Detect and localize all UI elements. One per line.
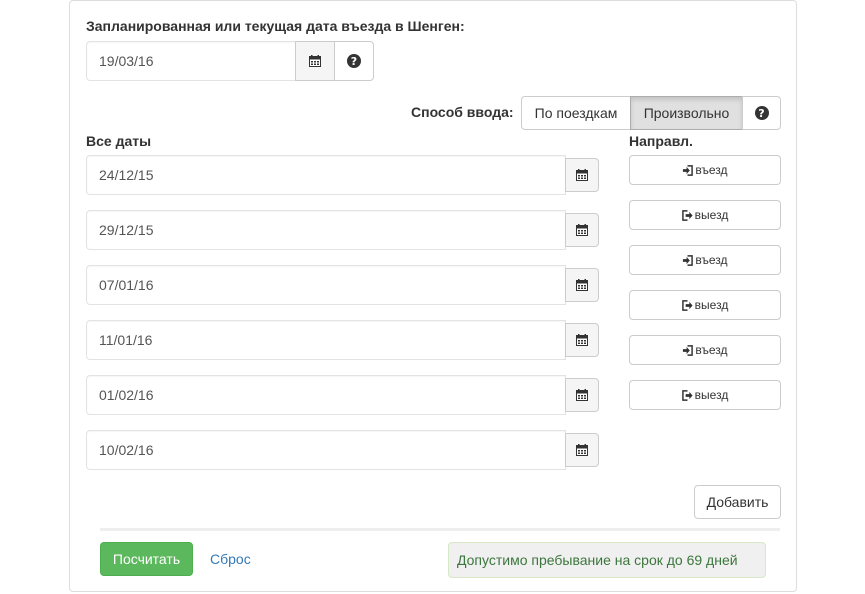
sign-out-icon	[681, 209, 693, 221]
divider	[100, 528, 780, 531]
direction-label: выезд	[694, 208, 729, 222]
calendar-icon	[576, 279, 588, 291]
input-method-by-trips[interactable]: По поездкам	[521, 96, 631, 130]
sign-in-icon	[682, 164, 694, 176]
date-calendar-button[interactable]	[565, 378, 599, 412]
direction-button-entry[interactable]: въезд	[629, 335, 781, 365]
calendar-icon	[576, 169, 588, 181]
calculate-button[interactable]: Посчитать	[100, 542, 193, 576]
date-calendar-button[interactable]	[565, 158, 599, 192]
date-input[interactable]: 10/02/16	[86, 430, 566, 470]
direction-button-exit[interactable]: выезд	[629, 290, 781, 320]
sign-out-icon	[681, 389, 693, 401]
direction-label: выезд	[694, 298, 729, 312]
date-input[interactable]: 29/12/15	[86, 210, 566, 250]
date-calendar-button[interactable]	[565, 323, 599, 357]
dates-header: Все даты	[86, 133, 152, 149]
input-method-help-button[interactable]: ?	[742, 96, 781, 130]
direction-header: Направл.	[629, 133, 693, 149]
sign-in-icon	[682, 254, 694, 266]
date-calendar-button[interactable]	[565, 433, 599, 467]
question-circle-icon: ?	[754, 106, 769, 120]
sign-out-icon	[681, 299, 693, 311]
calendar-icon	[576, 224, 588, 236]
reset-link[interactable]: Сброс	[210, 551, 251, 567]
sign-in-icon	[682, 344, 694, 356]
entry-date-calendar-button[interactable]	[295, 41, 335, 81]
direction-button-exit[interactable]: выезд	[629, 380, 781, 410]
entry-date-input[interactable]: 19/03/16	[86, 41, 296, 81]
input-method-label: Способ ввода:	[411, 104, 514, 120]
calendar-icon	[576, 334, 588, 346]
direction-label: выезд	[694, 388, 729, 402]
entry-date-help-button[interactable]: ?	[334, 41, 374, 81]
date-calendar-button[interactable]	[565, 268, 599, 302]
direction-label: въезд	[695, 253, 728, 267]
input-method-arbitrary[interactable]: Произвольно	[630, 96, 743, 130]
date-calendar-button[interactable]	[565, 213, 599, 247]
date-input[interactable]: 24/12/15	[86, 155, 566, 195]
entry-date-label: Запланированная или текущая дата въезда …	[86, 18, 465, 34]
date-input[interactable]: 01/02/16	[86, 375, 566, 415]
direction-button-exit[interactable]: выезд	[629, 200, 781, 230]
direction-button-entry[interactable]: въезд	[629, 245, 781, 275]
add-button[interactable]: Добавить	[694, 485, 781, 519]
calendar-icon	[576, 444, 588, 456]
direction-label: въезд	[695, 343, 728, 357]
result-message: Допустимо пребывание на срок до 69 дней	[448, 542, 766, 578]
direction-label: въезд	[695, 163, 728, 177]
calendar-icon	[576, 389, 588, 401]
date-input[interactable]: 11/01/16	[86, 320, 566, 360]
question-circle-icon: ?	[347, 54, 361, 68]
direction-button-entry[interactable]: въезд	[629, 155, 781, 185]
calendar-icon	[309, 55, 321, 67]
date-input[interactable]: 07/01/16	[86, 265, 566, 305]
